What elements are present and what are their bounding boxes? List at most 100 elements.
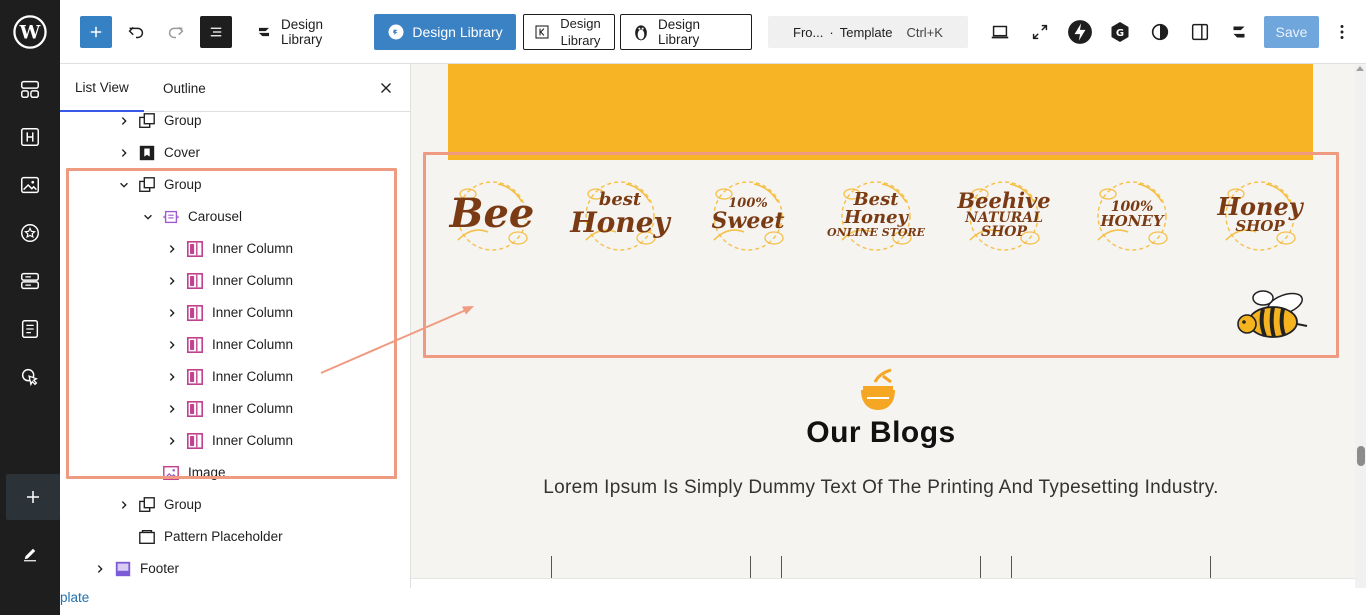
list-item-label: Carousel	[188, 209, 243, 224]
design-library-button-4[interactable]: Design Library	[620, 14, 752, 50]
list-item-label: Inner Column	[212, 433, 294, 448]
column-icon	[185, 431, 205, 451]
column-icon	[185, 335, 205, 355]
scrollbar-thumb[interactable]	[1357, 446, 1365, 466]
list-item-group[interactable]: Group	[60, 169, 410, 201]
list-item-group[interactable]: Group	[60, 489, 410, 521]
add-block-button[interactable]	[6, 474, 60, 520]
command-palette-button[interactable]: Fro... · Template Ctrl+K	[768, 16, 968, 48]
heading-icon[interactable]	[0, 115, 60, 159]
list-item-label: Inner Column	[212, 241, 294, 256]
edit-pencil-icon[interactable]	[0, 532, 60, 576]
close-icon[interactable]	[376, 78, 396, 98]
block-inserter-button[interactable]	[80, 16, 112, 48]
media-icon[interactable]	[0, 163, 60, 207]
list-item-cover[interactable]: Cover	[60, 137, 410, 169]
chevron-right-icon[interactable]	[117, 498, 131, 512]
blog-card-divider	[1011, 556, 1012, 578]
star-badge-icon[interactable]	[0, 211, 60, 255]
redo-button[interactable]	[164, 14, 188, 50]
cursor-click-icon[interactable]	[0, 355, 60, 399]
fullscreen-icon[interactable]	[1028, 14, 1052, 50]
carousel-highlight-box	[423, 152, 1339, 358]
section-title: Our Blogs	[806, 416, 956, 449]
list-item-inner-column[interactable]: Inner Column	[60, 297, 410, 329]
editor-canvas[interactable]: Bee best Honey 100% Sweet Best Honey ONLINE ST…	[411, 64, 1355, 578]
form-icon[interactable]	[0, 307, 60, 351]
list-item-footer[interactable]: Footer	[60, 553, 410, 585]
chevron-right-icon[interactable]	[117, 114, 131, 128]
stackable-settings-icon[interactable]	[1226, 14, 1252, 50]
breadcrumb-bar: plate	[60, 588, 1366, 615]
settings-sidebar-icon[interactable]	[1188, 14, 1212, 50]
column-icon	[185, 367, 205, 387]
undo-button[interactable]	[124, 14, 148, 50]
chevron-right-icon[interactable]	[165, 338, 179, 352]
chevron-down-icon[interactable]	[117, 178, 131, 192]
placeholder-icon	[137, 527, 157, 547]
column-icon	[185, 239, 205, 259]
scroll-up-arrow-icon[interactable]	[1356, 66, 1364, 71]
design-library-button-2[interactable]: Design Library	[374, 14, 516, 50]
generateblocks-g-icon[interactable]: G	[1106, 14, 1134, 50]
group-icon	[137, 175, 157, 195]
kadence-k-icon	[534, 24, 550, 40]
design-library-button-1[interactable]: Design Library	[244, 14, 360, 50]
more-options-icon[interactable]	[1330, 14, 1354, 50]
patterns-icon[interactable]	[0, 67, 60, 111]
save-button[interactable]: Save	[1264, 16, 1319, 48]
chevron-right-icon[interactable]	[165, 402, 179, 416]
list-item-carousel[interactable]: Carousel	[60, 201, 410, 233]
command-context: Template	[839, 24, 893, 40]
layout-rows-icon[interactable]	[0, 259, 60, 303]
list-item-group[interactable]: Group	[60, 105, 410, 137]
list-item-image[interactable]: Image	[60, 457, 410, 489]
site-editor: W Design Library Design Library Design L…	[0, 0, 1366, 615]
list-item-inner-column[interactable]: Inner Column	[60, 361, 410, 393]
chevron-right-icon[interactable]	[93, 562, 107, 576]
list-item-label: Inner Column	[212, 369, 294, 384]
yellow-banner	[448, 64, 1313, 160]
breadcrumb[interactable]: plate	[60, 590, 89, 605]
chevron-right-icon[interactable]	[165, 370, 179, 384]
blog-card-divider	[750, 556, 751, 578]
styles-contrast-icon[interactable]	[1148, 14, 1172, 50]
design-library-button-3[interactable]: Design Library	[523, 14, 615, 50]
list-item-inner-column[interactable]: Inner Column	[60, 425, 410, 457]
list-item-inner-column[interactable]: Inner Column	[60, 393, 410, 425]
list-view-panel: List View Outline Group Cover Group Carouse…	[60, 64, 411, 588]
canvas-scrollbar[interactable]	[1355, 64, 1366, 588]
design-library-label-4: Design Library	[658, 17, 701, 47]
document-overview-button[interactable]	[200, 16, 232, 48]
bolt-icon[interactable]	[1066, 14, 1094, 50]
admin-sidebar: W	[0, 0, 60, 615]
blog-card-divider	[1210, 556, 1211, 578]
column-icon	[185, 303, 205, 323]
list-item-inner-column[interactable]: Inner Column	[60, 233, 410, 265]
column-icon	[185, 399, 205, 419]
chevron-right-icon[interactable]	[165, 434, 179, 448]
honey-pot-icon	[861, 368, 895, 410]
list-item-label: Inner Column	[212, 273, 294, 288]
group-icon	[137, 495, 157, 515]
chevron-right-icon[interactable]	[117, 146, 131, 160]
design-library-label-2: Design Library	[412, 24, 503, 40]
command-shortcut: Ctrl+K	[906, 24, 943, 40]
chevron-right-icon[interactable]	[165, 242, 179, 256]
bee-illustration-icon	[1237, 290, 1308, 338]
list-item-inner-column[interactable]: Inner Column	[60, 265, 410, 297]
list-item-label: Group	[164, 177, 202, 192]
chevron-right-icon[interactable]	[165, 306, 179, 320]
list-item-pattern-placeholder[interactable]: Pattern Placeholder	[60, 521, 410, 553]
chevron-right-icon[interactable]	[165, 274, 179, 288]
penguin-logo-icon	[631, 22, 651, 42]
group-icon	[137, 111, 157, 131]
device-preview-laptop-icon[interactable]	[988, 14, 1012, 50]
blog-card-divider	[781, 556, 782, 578]
section-subtitle: Lorem Ipsum Is Simply Dummy Text Of The …	[543, 477, 1219, 498]
list-item-inner-column[interactable]: Inner Column	[60, 329, 410, 361]
wordpress-logo-icon[interactable]: W	[0, 10, 60, 54]
list-item-label: Image	[188, 465, 226, 480]
chevron-down-icon[interactable]	[141, 210, 155, 224]
list-item-label: Pattern Placeholder	[164, 529, 283, 544]
